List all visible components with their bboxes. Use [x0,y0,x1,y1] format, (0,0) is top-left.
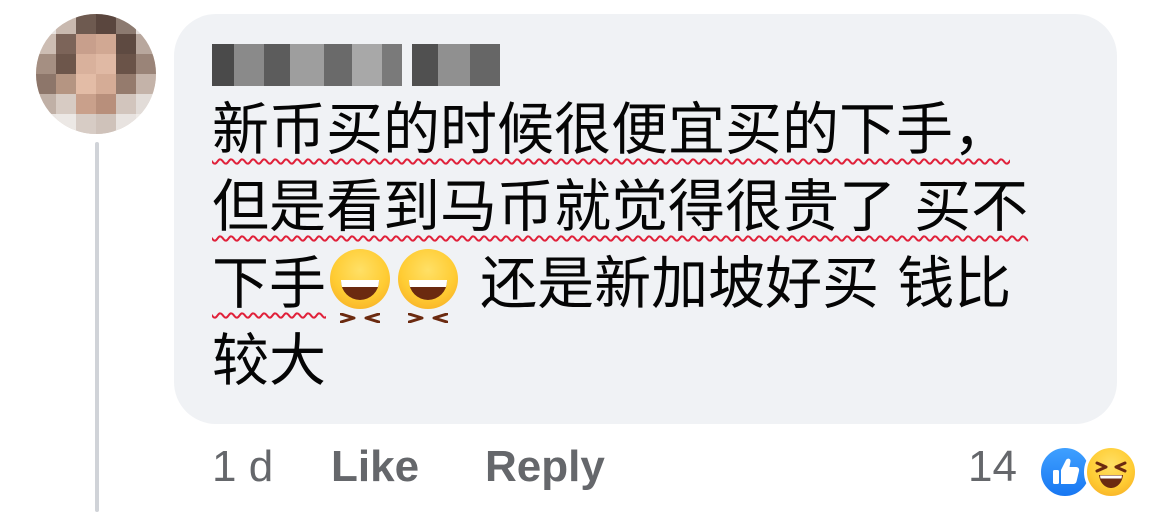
comment-text-segment: 较大 [212,328,326,394]
reply-button[interactable]: Reply [485,442,605,492]
haha-icon[interactable] [1084,445,1138,499]
thread-line [95,142,99,512]
avatar[interactable] [36,14,156,134]
comment-text-segment: 下手 [212,251,326,317]
comment-line-4: 较大 [212,323,1092,400]
comment-timestamp[interactable]: 1 d [212,442,273,492]
grinning-squinting-face-icon [398,249,458,324]
author-name-pixelated[interactable] [212,44,502,86]
grinning-squinting-face-icon [330,249,390,324]
like-button[interactable]: Like [331,442,419,492]
reaction-count[interactable]: 14 [968,442,1017,492]
comment-text-segment: 但是看到马币就觉得很贵了 买不 [212,174,1029,240]
comment-line-2: 但是看到马币就觉得很贵了 买不 [212,169,1092,246]
comment-line-1: 新币买的时候很便宜买的下手， [212,92,1092,169]
comment-text-segment: 还是新加坡好买 钱比 [462,251,1012,317]
comment-line-3: 下手 还是新加坡好买 钱比 [212,246,1092,324]
comment-text: 新币买的时候很便宜买的下手， 但是看到马币就觉得很贵了 买不 下手 还是新加坡好… [212,92,1092,400]
comment-text-segment: 新币买的时候很便宜买的下手， [212,97,1010,163]
